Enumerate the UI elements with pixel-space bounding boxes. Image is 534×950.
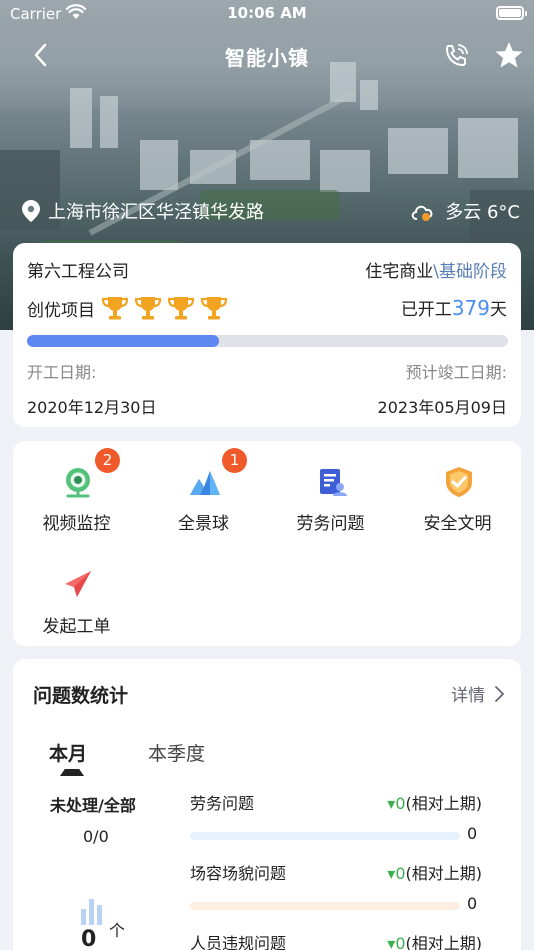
days-prefix: 已开工 [400,300,452,320]
status-bar: Carrier 10:06 AM [0,0,534,28]
func-label: 安全文明 [423,514,492,534]
project-type: 住宅商业\基础阶段 [365,257,507,282]
total-count: 0 [81,927,97,950]
project-card: 第六工程公司 住宅商业\基础阶段 创优项目 已开工379天 开工日期: 预计竣工… [13,243,521,427]
chevron-right-icon [495,685,505,702]
issue-track [190,902,460,910]
end-date-label: 预计竣工日期: [405,363,507,382]
unhandled-value: 0/0 [83,827,109,846]
panorama-icon [190,471,220,495]
shield-check-icon [446,467,472,497]
excellence-row: 创优项目 [27,295,233,321]
location-address: 上海市徐汇区华泾镇华发路 [48,202,264,223]
func-create-ticket[interactable]: 发起工单 [13,544,140,637]
badge: 1 [222,448,247,473]
excellence-label: 创优项目 [27,300,95,321]
tab-month[interactable]: 本月 [49,739,87,766]
trophy-list [101,295,233,321]
func-video-monitor[interactable]: 2 视频监控 [13,441,140,534]
project-category: 住宅商业 [365,262,434,282]
start-date-label: 开工日期: [27,363,97,382]
unhandled-label: 未处理/全部 [50,796,136,815]
company-name: 第六工程公司 [27,262,129,282]
phone-call-icon[interactable] [442,42,470,70]
tab-indicator [60,769,84,776]
issue-change: ▾0(相对上期) [387,930,482,950]
project-stage: 基础阶段 [439,262,507,282]
change-suffix: (相对上期) [405,864,483,883]
days-count: 379 [451,296,490,320]
issue-count: 0 [467,894,478,913]
labor-doc-icon [320,469,347,496]
end-date: 2023年05月09日 [377,398,507,417]
days-suffix: 天 [490,300,507,320]
camera-icon [66,468,90,498]
issue-name: 场容场貌问题 [190,864,287,883]
change-value: 0 [395,864,406,883]
issue-name: 劳务问题 [190,794,255,813]
weather-text: 多云 6°C [445,202,520,223]
details-link[interactable]: 详情 [451,681,507,706]
func-safety[interactable]: 安全文明 [394,441,521,534]
tab-quarter[interactable]: 本季度 [148,739,205,766]
trophy-icon [167,297,195,320]
trophy-icon [134,297,162,320]
weather: 多云 6°C [409,198,520,224]
start-date: 2020年12月30日 [27,398,157,417]
location-pin-icon [22,200,40,222]
issue-change: ▾0(相对上期) [387,790,482,814]
clock: 10:06 AM [227,4,307,22]
trophy-icon [200,297,228,320]
func-label: 视频监控 [42,514,111,534]
trophy-icon [101,297,129,320]
func-label: 发起工单 [42,617,111,637]
details-label: 详情 [451,686,485,706]
issue-stats-card: 问题数统计 详情 本月 本季度 未处理/全部 0/0 个 0 劳务问题 ▾0(相… [13,659,521,950]
stats-title: 问题数统计 [33,685,129,707]
nav-bar: 智能小镇 [0,34,534,74]
issue-count: 0 [467,824,478,843]
change-suffix: (相对上期) [405,934,483,950]
change-value: 0 [395,794,406,813]
issue-change: ▾0(相对上期) [387,860,482,884]
progress-bar [27,335,508,347]
func-label: 劳务问题 [296,514,365,534]
func-labor[interactable]: 劳务问题 [267,441,394,534]
paper-plane-icon [65,571,91,597]
cloud-sun-icon [412,205,433,221]
function-grid: 2 视频监控 1 全景球 劳务问题 安全文明 发起工单 [13,441,521,646]
change-value: 0 [395,934,406,950]
issue-name: 人员违规问题 [190,934,287,950]
location: 上海市徐汇区华泾镇华发路 [22,198,264,224]
bar-chart-icon [81,899,102,925]
progress-fill [27,335,220,347]
func-label: 全景球 [178,514,229,534]
days-since-start: 已开工379天 [401,295,507,320]
issue-track [190,832,460,840]
change-suffix: (相对上期) [405,794,483,813]
total-unit: 个 [109,921,126,940]
func-panorama[interactable]: 1 全景球 [140,441,267,534]
battery-icon [496,6,527,20]
badge: 2 [95,448,120,473]
star-icon[interactable] [494,40,524,70]
